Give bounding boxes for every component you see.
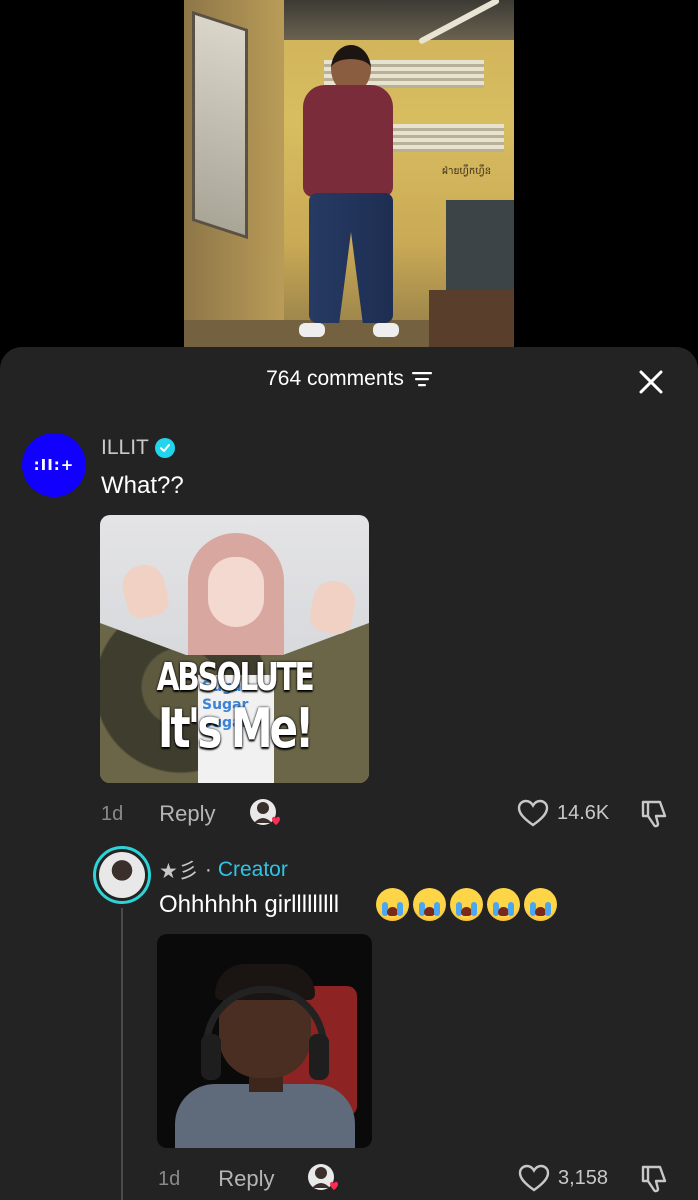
comments-count: 764 comments bbox=[266, 367, 404, 390]
comment-time: 1d bbox=[101, 802, 124, 825]
loudly-crying-face-icon bbox=[376, 888, 409, 921]
video-whiteboard bbox=[192, 10, 248, 240]
username-illit: ILLIT bbox=[101, 436, 149, 459]
image-figure-body bbox=[175, 1084, 355, 1148]
creator-tag: Creator bbox=[217, 858, 288, 881]
comment-image-illit[interactable]: Sugar Sugar Sugar ABSOLUTE It's Me! bbox=[100, 515, 369, 783]
username-creator: ★彡 bbox=[159, 860, 199, 883]
comment-meta-creator: 1d Reply bbox=[158, 1166, 275, 1192]
emoji-row bbox=[376, 888, 557, 921]
comment-text-illit: What?? bbox=[101, 472, 184, 499]
reply-button[interactable]: Reply bbox=[218, 1166, 274, 1192]
image-headset-left bbox=[201, 1034, 221, 1080]
dislike-icon[interactable] bbox=[638, 1163, 670, 1195]
comment-username-creator[interactable]: ★彡 · Creator bbox=[159, 855, 288, 885]
comment-time: 1d bbox=[158, 1167, 181, 1190]
video-dancer bbox=[289, 45, 409, 345]
reply-thread-line bbox=[121, 908, 123, 1200]
like-count: 3,158 bbox=[558, 1166, 609, 1189]
like-button[interactable]: 3,158 bbox=[518, 1164, 608, 1192]
image-figure-face bbox=[208, 557, 264, 627]
comment-text-creator: Ohhhhhh girlllllllll bbox=[159, 891, 340, 918]
video-player[interactable]: ฝ่ายហ្វឹកហ្វឺន bbox=[184, 0, 514, 350]
comment-username[interactable]: ILLIT bbox=[101, 436, 175, 460]
username-separator: · bbox=[204, 858, 212, 881]
sort-lines-icon[interactable] bbox=[411, 371, 432, 387]
loudly-crying-face-icon bbox=[413, 888, 446, 921]
like-count: 14.6K bbox=[557, 801, 610, 824]
image-figure-hand-right bbox=[307, 577, 359, 637]
comment-image-creator[interactable] bbox=[157, 934, 372, 1148]
image-figure-hand-left bbox=[118, 560, 172, 622]
avatar-creator[interactable] bbox=[93, 846, 151, 904]
close-icon[interactable] bbox=[638, 369, 664, 395]
image-headset-right bbox=[309, 1034, 329, 1080]
image-caption-line1: ABSOLUTE bbox=[156, 655, 315, 699]
creator-liked-icon bbox=[306, 1162, 340, 1196]
comment-meta-illit: 1d Reply bbox=[101, 801, 216, 827]
comments-header: 764 comments bbox=[0, 367, 698, 399]
heart-outline-icon[interactable] bbox=[518, 1164, 550, 1192]
loudly-crying-face-icon bbox=[450, 888, 483, 921]
reply-button[interactable]: Reply bbox=[159, 801, 215, 827]
avatar-logo-text: :II:+ bbox=[33, 456, 75, 474]
verified-badge-icon bbox=[154, 438, 175, 458]
creator-liked-icon bbox=[248, 797, 282, 831]
video-wall-text: ฝ่ายហ្វឹកហ្វឺន bbox=[442, 166, 492, 177]
loudly-crying-face-icon bbox=[524, 888, 557, 921]
image-caption-line2: It's Me! bbox=[157, 697, 314, 760]
dislike-icon[interactable] bbox=[638, 798, 670, 830]
avatar-illit[interactable]: :II:+ bbox=[22, 433, 86, 497]
loudly-crying-face-icon bbox=[487, 888, 520, 921]
like-button[interactable]: 14.6K bbox=[517, 799, 609, 827]
heart-outline-icon[interactable] bbox=[517, 799, 549, 827]
video-desk bbox=[429, 290, 514, 350]
comments-count-sort[interactable]: 764 comments bbox=[266, 367, 432, 391]
